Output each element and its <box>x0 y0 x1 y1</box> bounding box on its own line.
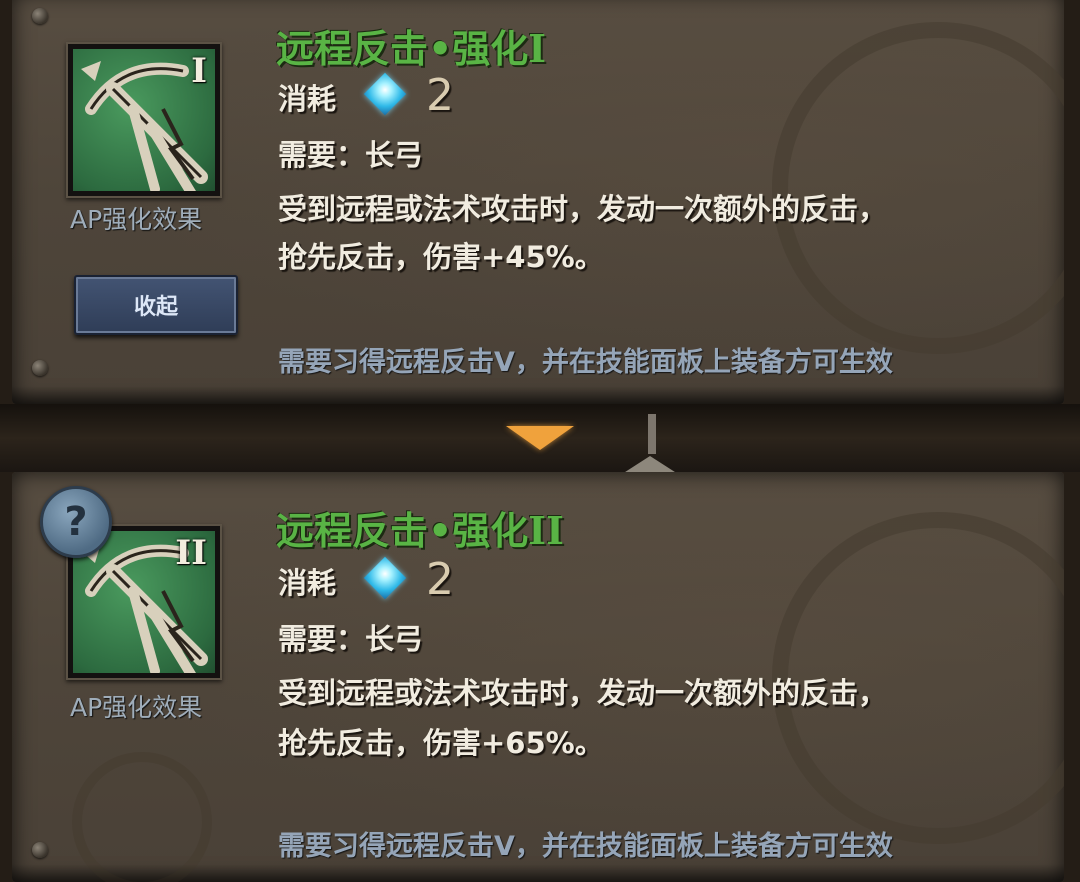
cost-label: 消耗 <box>278 82 337 116</box>
crystal-gem-icon <box>363 556 407 600</box>
description-line-2: 抢先反击，伤害+45%。 <box>278 240 604 274</box>
cost-value: 2 <box>426 554 454 605</box>
skill-card-1: I AP强化效果 收起 远程反击•强化I 消耗 2 需要：长弓 受到远程或法术攻… <box>12 0 1064 404</box>
cost-value: 2 <box>426 70 454 121</box>
description-line-1: 受到远程或法术攻击时，发动一次额外的反击， <box>278 676 888 710</box>
requirement-note: 需要习得远程反击V，并在技能面板上装备方可生效 <box>278 347 893 378</box>
arrow-down-icon[interactable] <box>506 426 574 450</box>
description-line-2: 抢先反击，伤害+65%。 <box>278 726 604 760</box>
rank-numeral: I <box>191 51 207 91</box>
background-emblem-small <box>72 752 212 882</box>
ap-effect-label: AP强化效果 <box>70 205 203 234</box>
skill-icon-background: I <box>73 49 215 191</box>
skill-card-2: II AP强化效果 远程反击•强化II 消耗 2 需要：长弓 受到远程或法术攻击… <box>12 472 1064 882</box>
requirement-note: 需要习得远程反击V，并在技能面板上装备方可生效 <box>278 831 893 862</box>
requirement-text: 需要：长弓 <box>278 622 424 656</box>
question-icon[interactable]: ? <box>40 486 112 558</box>
skill-title: 远程反击•强化I <box>276 26 547 71</box>
rivet <box>32 360 48 376</box>
rivet <box>32 8 48 24</box>
skill-title: 远程反击•强化II <box>276 508 564 553</box>
rivet <box>32 842 48 858</box>
collapse-button[interactable]: 收起 <box>74 275 238 335</box>
description-line-1: 受到远程或法术攻击时，发动一次额外的反击， <box>278 192 888 226</box>
divider-bar <box>648 414 656 454</box>
crystal-gem-icon <box>363 72 407 116</box>
skill-icon-frame: I <box>66 42 222 198</box>
rank-numeral: II <box>175 533 207 573</box>
requirement-text: 需要：长弓 <box>278 138 424 172</box>
cost-label: 消耗 <box>278 566 337 600</box>
ap-effect-label: AP强化效果 <box>70 693 203 722</box>
